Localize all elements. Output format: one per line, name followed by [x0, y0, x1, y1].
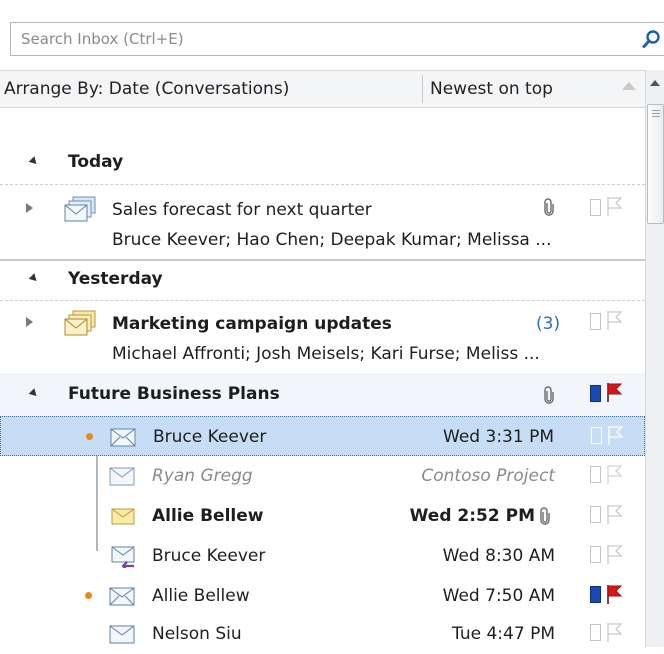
- category-box[interactable]: [590, 466, 601, 483]
- attachment-icon: [540, 507, 550, 525]
- message-sender: Bruce Keever: [153, 427, 267, 447]
- message-time: Wed 7:50 AM: [442, 586, 555, 606]
- message-row[interactable]: Ryan Gregg Contoso Project: [0, 456, 645, 496]
- group-title: Yesterday: [68, 269, 163, 289]
- flag-icon[interactable]: [606, 503, 624, 525]
- group-header-today[interactable]: Today: [0, 140, 645, 184]
- envelope-read-icon: [109, 587, 135, 606]
- message-time: Tue 4:47 PM: [452, 624, 555, 644]
- flag-icon-red[interactable]: [606, 381, 624, 403]
- group-title: Today: [68, 152, 124, 172]
- search-input[interactable]: Search Inbox (Ctrl+E): [21, 30, 184, 48]
- arrange-by-bar: Arrange By: Date (Conversations) Newest …: [0, 70, 664, 108]
- flag-icon[interactable]: [606, 621, 624, 643]
- category-box[interactable]: [590, 313, 601, 330]
- conversation-participants: Michael Affronti; Josh Meisels; Kari Fur…: [112, 344, 540, 364]
- envelope-read-icon: [110, 428, 136, 447]
- category-box[interactable]: [590, 199, 601, 216]
- message-folder: Contoso Project: [421, 466, 555, 486]
- column-divider: [422, 75, 423, 103]
- message-time: Wed 3:31 PM: [443, 427, 554, 447]
- message-row[interactable]: Nelson Siu Tue 4:47 PM: [0, 614, 645, 654]
- message-sender: Allie Bellew: [152, 586, 250, 606]
- category-box[interactable]: [590, 546, 601, 563]
- conversation-item[interactable]: Marketing campaign updates (3) Michael A…: [0, 304, 645, 374]
- attachment-icon: [544, 198, 554, 216]
- category-box[interactable]: [590, 624, 601, 641]
- collapse-arrow-icon[interactable]: [28, 156, 40, 167]
- envelope-read-icon: [109, 467, 135, 486]
- group-header-yesterday[interactable]: Yesterday: [0, 258, 645, 302]
- message-time: Wed 2:52 PM: [409, 506, 535, 526]
- flag-icon[interactable]: [606, 463, 624, 485]
- scroll-thumb[interactable]: [647, 104, 664, 224]
- vertical-scrollbar[interactable]: [645, 70, 664, 647]
- conversation-header-future-business-plans[interactable]: Future Business Plans: [0, 373, 645, 417]
- message-time: Wed 8:30 AM: [442, 546, 555, 566]
- sort-order-button[interactable]: Newest on top: [430, 79, 553, 99]
- message-sender: Allie Bellew: [152, 506, 264, 526]
- category-box[interactable]: [591, 427, 602, 444]
- thread-dot: [86, 433, 93, 440]
- message-row[interactable]: Bruce Keever Wed 3:31 PM: [0, 416, 645, 456]
- flag-icon[interactable]: [606, 309, 624, 331]
- message-sender: Ryan Gregg: [152, 466, 253, 486]
- attachment-icon: [544, 386, 554, 404]
- divider: [0, 300, 645, 301]
- conversation-participants: Bruce Keever; Hao Chen; Deepak Kumar; Me…: [112, 230, 552, 250]
- category-box[interactable]: [590, 506, 601, 523]
- expand-arrow-icon[interactable]: [26, 203, 33, 213]
- expand-arrow-icon[interactable]: [26, 317, 33, 327]
- divider: [0, 184, 645, 185]
- flag-icon[interactable]: [607, 424, 625, 446]
- flag-icon[interactable]: [606, 543, 624, 565]
- search-icon[interactable]: [642, 29, 662, 49]
- collapse-arrow-icon[interactable]: [28, 388, 40, 399]
- category-box-blue[interactable]: [590, 385, 601, 402]
- unread-count-badge: (3): [536, 314, 561, 334]
- category-box-blue[interactable]: [590, 586, 601, 603]
- message-row[interactable]: Bruce Keever Wed 8:30 AM: [0, 536, 645, 576]
- flag-icon[interactable]: [606, 195, 624, 217]
- message-sender: Nelson Siu: [152, 624, 242, 644]
- thread-dot: [85, 592, 92, 599]
- envelope-read-icon: [109, 625, 135, 644]
- message-row[interactable]: Allie Bellew Wed 2:52 PM: [0, 496, 645, 536]
- envelope-stack-unread-icon: [64, 310, 96, 336]
- arrange-by-button[interactable]: Arrange By: Date (Conversations): [4, 79, 289, 99]
- collapse-arrow-icon[interactable]: [28, 273, 40, 284]
- envelope-reply-icon: [111, 546, 135, 568]
- conversation-title: Future Business Plans: [68, 384, 280, 404]
- envelope-unread-icon: [111, 508, 135, 525]
- envelope-stack-icon: [64, 196, 96, 222]
- flag-icon-red[interactable]: [606, 583, 624, 605]
- search-box[interactable]: Search Inbox (Ctrl+E): [10, 22, 664, 56]
- conversation-subject: Sales forecast for next quarter: [112, 200, 372, 220]
- message-row[interactable]: Allie Bellew Wed 7:50 AM: [0, 576, 645, 616]
- message-sender: Bruce Keever: [152, 546, 266, 566]
- scroll-up-arrow-icon[interactable]: [650, 80, 660, 86]
- sort-ascending-icon[interactable]: [622, 82, 636, 90]
- conversation-item[interactable]: Sales forecast for next quarter Bruce Ke…: [0, 190, 645, 260]
- conversation-subject: Marketing campaign updates: [112, 314, 392, 334]
